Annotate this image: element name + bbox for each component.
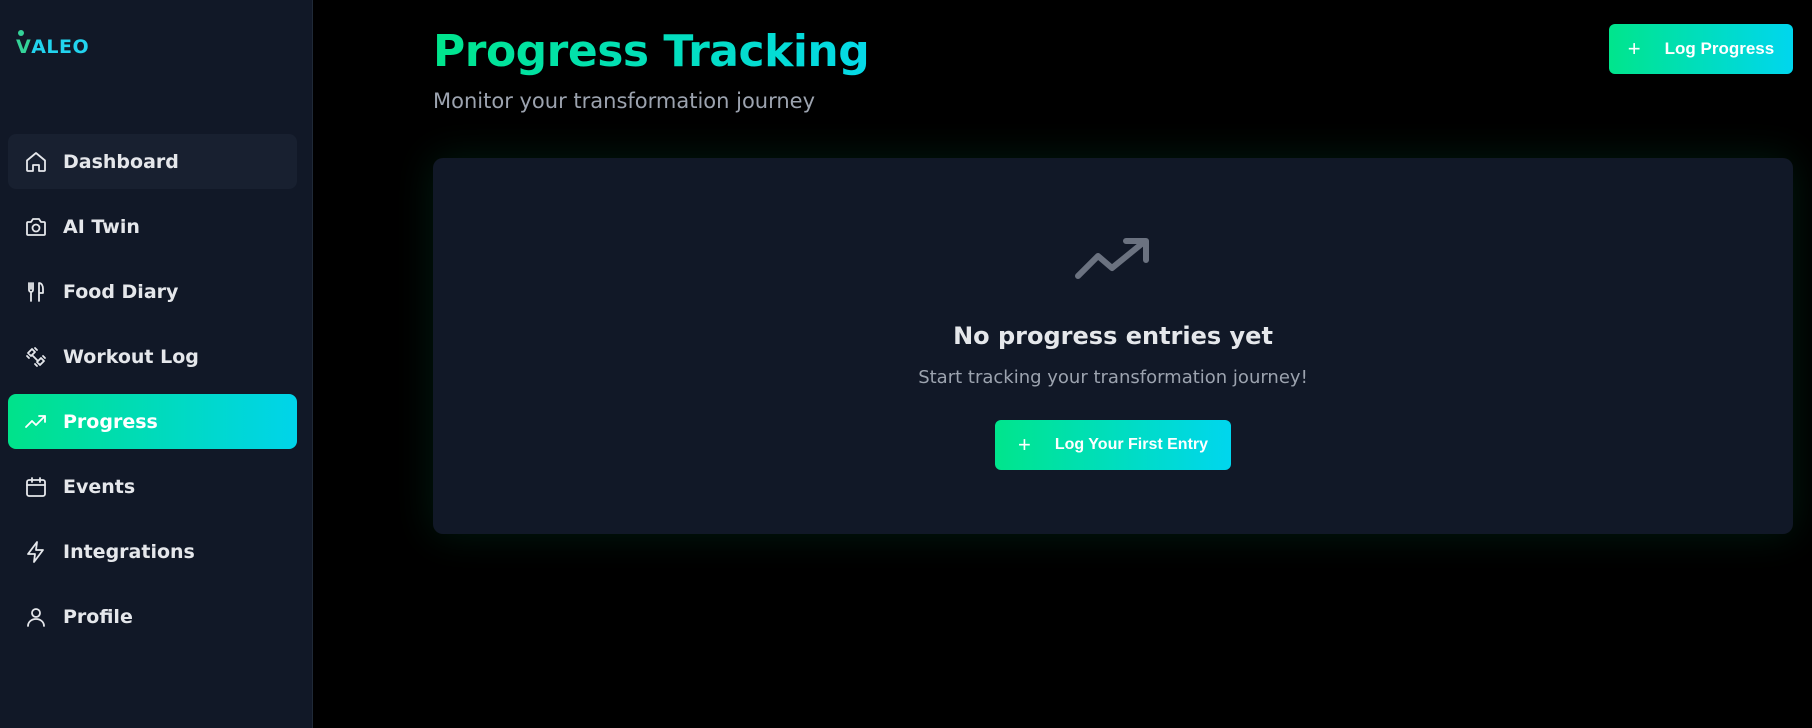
sidebar-item-dashboard[interactable]: Dashboard	[8, 134, 297, 189]
plus-icon: +	[1627, 36, 1641, 61]
empty-state-subtitle: Start tracking your transformation journ…	[918, 367, 1308, 388]
empty-state-card: No progress entries yet Start tracking y…	[433, 158, 1793, 534]
trending-up-icon	[24, 410, 48, 434]
sidebar-nav: Dashboard AI Twin Food Diary Workout Log	[8, 134, 297, 644]
camera-icon	[24, 215, 48, 239]
sidebar-item-progress[interactable]: Progress	[8, 394, 297, 449]
log-progress-button[interactable]: + Log Progress	[1609, 24, 1793, 74]
sidebar-item-label: Integrations	[63, 540, 195, 563]
user-icon	[24, 605, 48, 629]
home-icon	[24, 150, 48, 174]
sidebar-item-food-diary[interactable]: Food Diary	[8, 264, 297, 319]
empty-state-title: No progress entries yet	[953, 322, 1273, 350]
log-first-entry-button[interactable]: + Log Your First Entry	[995, 420, 1231, 470]
sidebar-item-label: Workout Log	[63, 345, 199, 368]
logo-dot-icon	[18, 30, 24, 36]
zap-icon	[24, 540, 48, 564]
logo-rest: ALEO	[31, 36, 90, 58]
main-content: Progress Tracking Monitor your transform…	[313, 0, 1812, 728]
sidebar-item-label: Profile	[63, 605, 133, 628]
app-root: V ALEO Dashboard AI Twin Food Diary Work…	[0, 0, 1812, 728]
sidebar-item-ai-twin[interactable]: AI Twin	[8, 199, 297, 254]
sidebar-item-label: Food Diary	[63, 280, 179, 303]
sidebar-item-label: Progress	[63, 410, 158, 433]
sidebar-item-integrations[interactable]: Integrations	[8, 524, 297, 579]
calendar-icon	[24, 475, 48, 499]
sidebar-item-events[interactable]: Events	[8, 459, 297, 514]
brand-logo[interactable]: V ALEO	[16, 30, 90, 58]
sidebar-item-label: Dashboard	[63, 150, 179, 173]
utensils-icon	[24, 280, 48, 304]
sidebar-item-profile[interactable]: Profile	[8, 589, 297, 644]
dumbbell-icon	[24, 345, 48, 369]
logo-initial: V	[16, 30, 32, 58]
sidebar-item-workout-log[interactable]: Workout Log	[8, 329, 297, 384]
sidebar-item-label: AI Twin	[63, 215, 140, 238]
logo-initial-text: V	[16, 36, 32, 58]
page-title: Progress Tracking	[433, 26, 870, 77]
log-progress-button-label: Log Progress	[1664, 39, 1775, 58]
sidebar: V ALEO Dashboard AI Twin Food Diary Work…	[0, 0, 313, 728]
plus-icon: +	[1017, 432, 1031, 457]
log-first-entry-button-label: Log Your First Entry	[1054, 436, 1209, 453]
sidebar-item-label: Events	[63, 475, 136, 498]
page-subtitle: Monitor your transformation journey	[433, 89, 816, 113]
trending-up-icon	[1074, 236, 1152, 284]
